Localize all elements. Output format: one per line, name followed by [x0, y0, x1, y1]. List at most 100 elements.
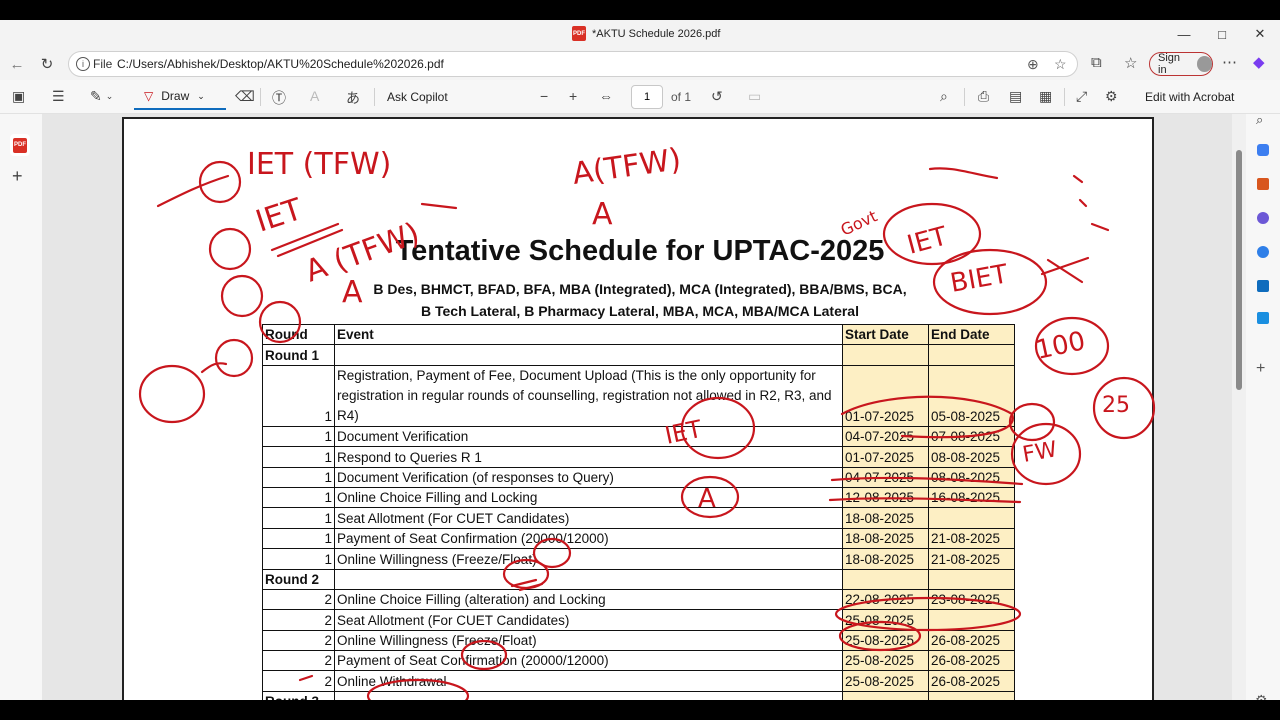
- end-date-cell: 05-08-2025: [928, 364, 1015, 427]
- start-date-cell: 25-08-2025: [842, 650, 929, 672]
- avatar: [1196, 56, 1212, 72]
- zoom-in-icon[interactable]: +: [569, 88, 577, 104]
- end-date-cell: 26-08-2025: [928, 670, 1015, 692]
- round-heading-row: Round 2: [262, 568, 1015, 590]
- table-row: 1 Payment of Seat Confirmation (20000/120…: [262, 527, 1015, 550]
- draw-button[interactable]: ▽ Draw ⌄: [134, 84, 226, 110]
- table-row: 2 Payment of Seat Confirmation (20000/120…: [262, 650, 1015, 672]
- pdf-tab-icon[interactable]: PDF: [10, 134, 30, 156]
- document-title: Tentative Schedule for UPTAC-2025: [395, 235, 885, 267]
- round-cell: 2: [262, 670, 335, 692]
- header-start-date: Start Date: [842, 323, 929, 346]
- start-date-cell: 25-08-2025: [842, 609, 929, 631]
- table-row: 1 Document Verification 04-07-2025 07-08-20…: [262, 425, 1015, 448]
- search-icon[interactable]: ⌕: [940, 88, 948, 105]
- file-label: File: [93, 57, 113, 71]
- start-date-cell: 18-08-2025: [842, 527, 929, 550]
- start-date-cell: 18-08-2025: [842, 548, 929, 570]
- back-icon[interactable]: ←: [6, 54, 28, 74]
- search-icon[interactable]: ⌕: [1256, 112, 1263, 128]
- empty-cell: [842, 690, 929, 700]
- table-row: 2 Online Willingness (Freeze/Float) 25-08-…: [262, 629, 1015, 652]
- more-icon[interactable]: ⋯: [1222, 53, 1237, 71]
- fit-width-icon[interactable]: ⇔: [599, 88, 613, 104]
- round-heading-row: Round 1: [262, 344, 1015, 366]
- sign-in-button[interactable]: Sign in: [1149, 52, 1213, 76]
- table-row: 1 Respond to Queries R 1 01-07-2025 08-08-2…: [262, 446, 1015, 468]
- event-cell: Respond to Queries R 1: [334, 446, 843, 468]
- settings-icon[interactable]: ⚙: [1105, 88, 1118, 105]
- info-icon[interactable]: i: [76, 57, 90, 71]
- close-button[interactable]: ✕: [1242, 24, 1278, 44]
- event-cell: Payment of Seat Confirmation (20000/1200…: [334, 650, 843, 672]
- document-subtitle-line2: B Tech Lateral, B Pharmacy Lateral, MBA,…: [421, 303, 859, 319]
- extensions-icon[interactable]: ⧉: [1091, 54, 1102, 71]
- scrollbar-thumb[interactable]: [1236, 150, 1242, 390]
- event-cell: Online Willingness (Freeze/Float): [334, 548, 843, 570]
- sidebar-toggle-icon[interactable]: ▣: [12, 88, 25, 105]
- add-icon[interactable]: +: [1256, 360, 1265, 378]
- zoom-icon[interactable]: ⊕: [1027, 56, 1039, 73]
- end-date-cell: 21-08-2025: [928, 548, 1015, 570]
- contents-icon[interactable]: ☰: [52, 88, 65, 105]
- m365-icon[interactable]: [1257, 246, 1269, 258]
- event-cell: Online Choice Filling and Locking: [334, 486, 843, 509]
- right-rail: ⌕ + ⚙: [1246, 112, 1280, 700]
- round-label: Round 1: [262, 344, 335, 366]
- start-date-cell: 01-07-2025: [842, 364, 929, 427]
- tag-icon[interactable]: [1257, 144, 1269, 156]
- settings-icon[interactable]: ⚙: [1255, 692, 1268, 700]
- end-date-cell: 23-08-2025: [928, 588, 1015, 611]
- read-aloud-icon: A: [310, 88, 320, 104]
- address-bar[interactable]: i File C:/Users/Abhishek/Desktop/AKTU%20…: [68, 51, 1078, 77]
- start-date-cell: 25-08-2025: [842, 670, 929, 692]
- games-icon[interactable]: [1257, 212, 1269, 224]
- round-cell: 1: [262, 527, 335, 550]
- bottom-strip: [0, 700, 1280, 720]
- start-date-cell: 18-08-2025: [842, 507, 929, 529]
- save-as-icon[interactable]: ▦: [1039, 88, 1052, 105]
- expand-icon[interactable]: ⤢: [1076, 88, 1087, 105]
- url-text[interactable]: C:/Users/Abhishek/Desktop/AKTU%20Schedul…: [117, 57, 444, 71]
- outlook-icon[interactable]: [1257, 280, 1269, 292]
- eraser-icon[interactable]: ⌫: [235, 88, 255, 105]
- refresh-icon[interactable]: ↻: [36, 54, 58, 74]
- page-number-input[interactable]: 1: [631, 85, 663, 109]
- copilot-icon[interactable]: ◆: [1253, 53, 1265, 71]
- maximize-button[interactable]: □: [1204, 24, 1240, 44]
- star-icon[interactable]: ☆: [1054, 56, 1067, 73]
- round-label: Round 2: [262, 568, 335, 590]
- send-icon[interactable]: [1257, 312, 1269, 324]
- minimize-button[interactable]: —: [1166, 24, 1202, 44]
- favorites-icon[interactable]: ☆: [1124, 54, 1137, 72]
- edit-with-acrobat-button[interactable]: Edit with Acrobat: [1145, 90, 1234, 104]
- end-date-cell: 26-08-2025: [928, 629, 1015, 652]
- end-date-cell: 16-08-2025: [928, 486, 1015, 509]
- round-cell: 2: [262, 588, 335, 611]
- pdf-page: Tentative Schedule for UPTAC-2025 B Des,…: [122, 117, 1154, 700]
- text-box-icon[interactable]: Ⓣ: [272, 88, 286, 108]
- highlight-icon[interactable]: ✎ ⌄: [90, 88, 113, 105]
- event-cell: Seat Allotment (For CUET Candidates): [334, 609, 843, 631]
- ask-copilot-button[interactable]: Ask Copilot: [387, 90, 448, 104]
- start-date-cell: 12-08-2025: [842, 486, 929, 509]
- print-icon[interactable]: ⎙: [978, 88, 989, 105]
- event-cell: Document Verification (of responses to Q…: [334, 466, 843, 488]
- table-row: 1 Online Choice Filling and Locking 12-08-…: [262, 486, 1015, 509]
- rotate-icon[interactable]: ↺: [711, 88, 723, 105]
- briefcase-icon[interactable]: [1257, 178, 1269, 190]
- pdf-toolbar: ▣ ☰ ✎ ⌄ ▽ Draw ⌄ ⌫ Ⓣ A あ Ask Copilot − +…: [0, 80, 1280, 114]
- end-date-cell: 08-08-2025: [928, 446, 1015, 468]
- event-cell: Online Withdrawal: [334, 670, 843, 692]
- page-view-icon: ▭: [748, 88, 762, 104]
- add-tab-icon[interactable]: +: [12, 166, 23, 187]
- page-total: of 1: [671, 90, 692, 104]
- save-icon[interactable]: ▤: [1009, 88, 1022, 105]
- empty-cell: [334, 568, 843, 590]
- zoom-out-icon[interactable]: −: [540, 88, 548, 104]
- vertical-scrollbar[interactable]: [1232, 114, 1246, 700]
- draw-icon: ▽: [144, 89, 154, 103]
- round-label: Round 3: [262, 690, 335, 700]
- translate-icon[interactable]: あ: [346, 88, 360, 108]
- divider: [1064, 88, 1065, 106]
